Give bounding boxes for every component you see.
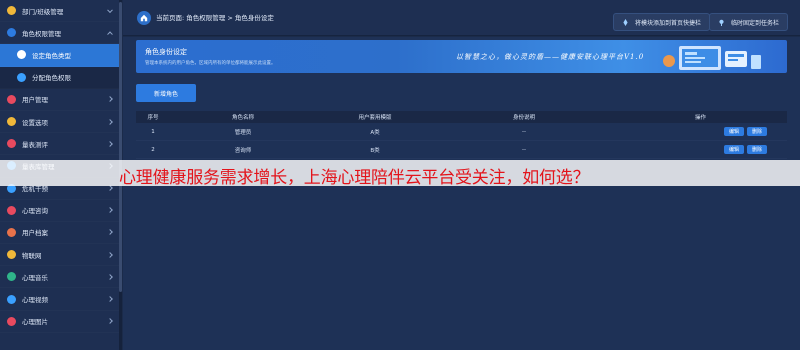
profile-icon — [7, 227, 16, 237]
sidebar-item-label: 心理视频 — [22, 296, 48, 305]
breadcrumb: 当前页面: 角色权限管理 > 角色身份设定 — [156, 14, 274, 22]
add-role-button[interactable]: 新增角色 — [136, 84, 196, 102]
pin-to-taskbar-label: 临时固定到任务栏 — [731, 19, 780, 27]
role-icon — [7, 28, 16, 38]
settings-icon — [7, 117, 16, 127]
top-bar: 当前页面: 角色权限管理 > 角色身份设定 将模块添加到首页快捷栏 临时固定到任… — [123, 0, 800, 36]
row-template: A类 — [370, 129, 380, 136]
chevron-right-icon — [107, 140, 113, 147]
sidebar-item[interactable]: 部门/班级管理 — [0, 0, 121, 22]
chevron-right-icon — [107, 185, 113, 191]
music-icon — [7, 272, 16, 282]
delete-button[interactable]: 删除 — [747, 127, 768, 136]
puzzle-icon — [17, 72, 26, 82]
org-icon — [7, 6, 16, 16]
computer-illustration-icon — [663, 46, 761, 70]
chevron-right-icon — [107, 274, 113, 280]
rocket-icon — [623, 18, 628, 26]
add-to-quickbar-button[interactable]: 将模块添加到首页快捷栏 — [613, 13, 711, 31]
add-to-quickbar-label: 将模块添加到首页快捷栏 — [635, 19, 702, 27]
home-icon[interactable] — [137, 11, 151, 25]
page-subtitle: 管理本系统内的用户角色，区域内所有的单位都将能展示此设置。 — [145, 61, 276, 66]
iot-icon — [7, 250, 16, 260]
headline-overlay-text: 心理健康服务需求增长，上海心理陪伴云平台受关注，如何选？ — [119, 168, 590, 188]
sidebar-item[interactable]: 设置选项 — [0, 111, 121, 133]
sidebar-item-label: 用户管理 — [22, 96, 48, 105]
row-role-name: 咨询师 — [234, 147, 252, 154]
row-template: B类 — [370, 147, 380, 154]
col-header-actions: 操作 — [694, 115, 706, 121]
chevron-right-icon — [107, 118, 113, 125]
sidebar-item[interactable]: 设定角色类型 — [0, 44, 121, 67]
sidebar-item-label: 量表测评 — [22, 140, 48, 149]
table-row: 2 咨询师 B类 -- 编辑 删除 — [136, 141, 787, 159]
user-icon — [7, 94, 16, 104]
sidebar-item[interactable]: 心理音乐 — [0, 266, 121, 288]
main-content: 角色身份设定 管理本系统内的用户角色，区域内所有的单位都将能展示此设置。 以智慧… — [123, 37, 800, 350]
user-setting-icon — [17, 50, 26, 60]
sidebar-item[interactable]: 量表测评 — [0, 133, 121, 155]
sidebar-item-label: 部门/班级管理 — [22, 7, 64, 16]
col-header-template: 用户套用模版 — [358, 115, 392, 121]
chevron-right-icon — [107, 207, 113, 214]
sidebar-item-label: 心理咨询 — [22, 207, 48, 216]
pin-to-taskbar-button[interactable]: 临时固定到任务栏 — [709, 13, 789, 31]
sidebar-item-label: 物联网 — [22, 251, 42, 260]
edit-button[interactable]: 编辑 — [723, 127, 744, 136]
sidebar-item-label: 分配角色权限 — [32, 74, 71, 83]
col-header-role-name: 角色名称 — [231, 115, 254, 121]
chevron-right-icon — [107, 318, 113, 325]
sidebar-item[interactable]: 用户档案 — [0, 222, 121, 244]
chevron-down-icon — [107, 6, 113, 13]
table-row: 1 管理员 A类 -- 编辑 删除 — [136, 123, 787, 141]
chevron-up-icon — [107, 31, 113, 37]
col-header-index: 序号 — [147, 115, 159, 121]
row-description: -- — [522, 128, 526, 135]
video-icon — [7, 294, 16, 304]
sidebar-item[interactable]: 心理图片 — [0, 311, 121, 333]
sidebar-item[interactable]: 用户管理 — [0, 89, 121, 111]
sidebar-item[interactable]: 分配角色权限 — [0, 66, 121, 89]
row-index: 1 — [151, 128, 155, 135]
edit-button[interactable]: 编辑 — [723, 145, 744, 154]
heart-icon — [7, 139, 16, 149]
row-actions: 编辑 删除 — [614, 127, 787, 136]
chevron-right-icon — [107, 296, 113, 302]
picture-icon — [7, 316, 16, 326]
sidebar-scrollbar-thumb[interactable] — [119, 2, 122, 292]
chevron-right-icon — [107, 251, 113, 258]
sidebar-item-label: 角色权限管理 — [22, 29, 61, 38]
col-header-description: 身份说明 — [512, 115, 535, 121]
chevron-right-icon — [107, 96, 113, 103]
chevron-right-icon — [107, 229, 113, 236]
sidebar-item[interactable]: 物联网 — [0, 244, 121, 266]
sidebar-item-label: 设定角色类型 — [32, 51, 71, 60]
roles-table: 序号 角色名称 用户套用模版 身份说明 操作 1 管理员 A类 -- 编辑 删除… — [136, 111, 787, 159]
row-index: 2 — [151, 146, 155, 153]
row-description: -- — [522, 146, 526, 153]
pin-icon — [719, 19, 724, 26]
consult-icon — [7, 205, 16, 215]
sidebar-item-label: 设置选项 — [22, 118, 48, 127]
banner-slogan: 以智慧之心，做心灵的盾——健康安联心理平台V1.0 — [456, 53, 645, 61]
sidebar-item[interactable]: 心理视频 — [0, 288, 121, 310]
page-banner: 角色身份设定 管理本系统内的用户角色，区域内所有的单位都将能展示此设置。 以智慧… — [136, 40, 787, 73]
sidebar-item-label: 心理音乐 — [22, 273, 48, 282]
row-actions: 编辑 删除 — [614, 145, 787, 154]
table-header: 序号 角色名称 用户套用模版 身份说明 操作 — [136, 111, 787, 123]
sidebar-item[interactable]: 心理咨询 — [0, 200, 121, 222]
sidebar-item[interactable]: 角色权限管理 — [0, 22, 121, 44]
row-role-name: 管理员 — [234, 129, 252, 136]
sidebar-item-label: 用户档案 — [22, 229, 48, 238]
sidebar-item-label: 心理图片 — [22, 318, 48, 327]
page-title: 角色身份设定 — [145, 48, 187, 56]
delete-button[interactable]: 删除 — [747, 145, 768, 154]
